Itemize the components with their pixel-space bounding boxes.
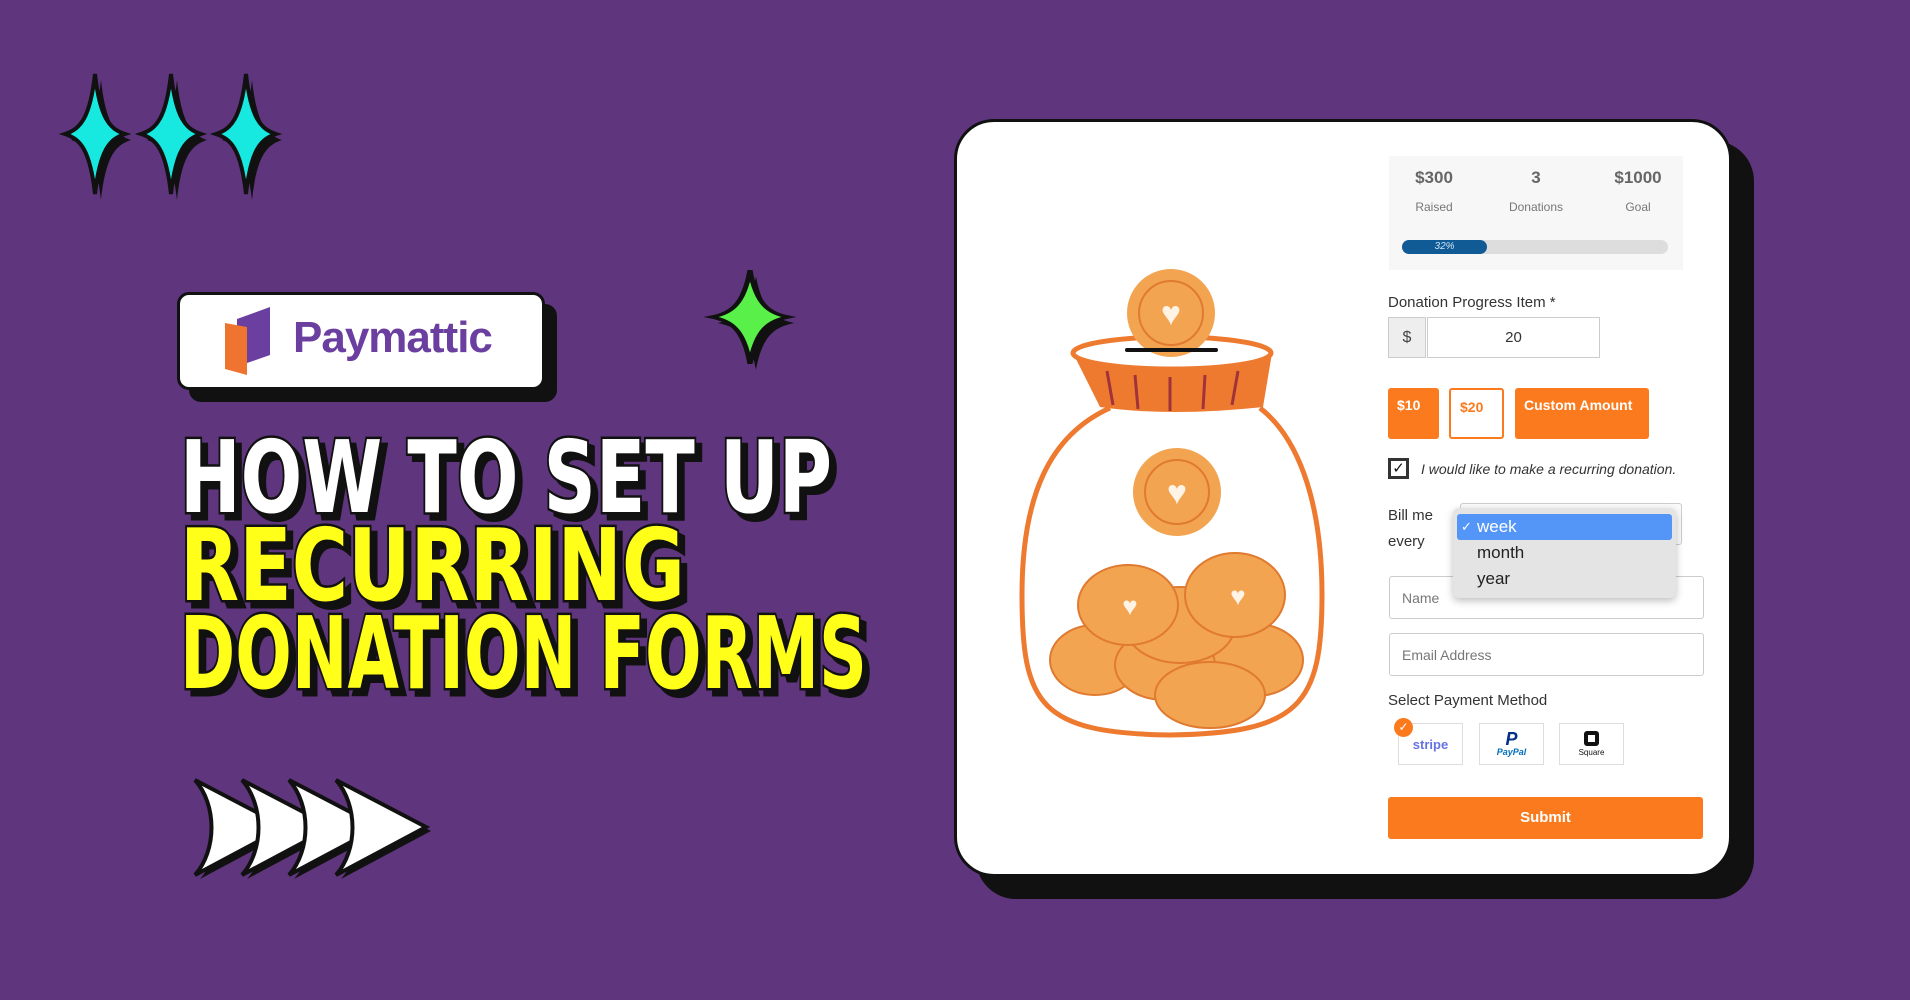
stat-goal: $1000 Goal [1593, 168, 1683, 214]
email-input[interactable]: Email Address [1389, 633, 1704, 676]
progress-fill: 32% [1402, 240, 1488, 254]
currency-prefix: $ [1388, 317, 1426, 358]
coin-icon: ♥ [1133, 448, 1221, 536]
stat-donations: 3 Donations [1491, 168, 1581, 214]
custom-amount-button[interactable]: Custom Amount [1515, 388, 1649, 439]
coin-icon: ♥ [1127, 269, 1215, 357]
stripe-logo: stripe [1412, 736, 1449, 752]
progress-bar: 32% [1402, 240, 1668, 254]
amount-button-10[interactable]: $10 [1388, 388, 1439, 439]
svg-text:♥: ♥ [1230, 581, 1245, 611]
paypal-logo: PayPal [1496, 747, 1527, 757]
stat-label: Goal [1625, 200, 1651, 214]
stat-label: Donations [1508, 200, 1564, 214]
square-logo: Square [1578, 748, 1605, 757]
sparkle-icon-cyan-2 [139, 72, 207, 200]
interval-option-year[interactable]: year [1457, 566, 1672, 592]
paymattic-logo-icon [225, 307, 270, 375]
brand-name: Paymattic [293, 313, 493, 362]
option-label: week [1477, 517, 1517, 536]
svg-text:♥: ♥ [1161, 295, 1181, 333]
sparkle-icon-cyan-1 [63, 72, 131, 200]
payment-paypal[interactable]: P PayPal [1479, 723, 1544, 765]
amount-button-20[interactable]: $20 [1449, 388, 1504, 439]
arrows-icon [193, 778, 431, 879]
logo-card: Paymattic [177, 292, 545, 390]
selected-check-icon: ✓ [1394, 718, 1413, 737]
payment-square[interactable]: Square [1559, 723, 1624, 765]
interval-option-week[interactable]: ✓ week [1457, 514, 1672, 540]
stat-value: $1000 [1614, 168, 1662, 187]
donation-stats-panel: $300 Raised 3 Donations $1000 Goal 32% [1389, 156, 1683, 270]
bill-me-label: Bill me [1388, 507, 1434, 524]
check-icon: ✓ [1461, 519, 1472, 534]
interval-option-month[interactable]: month [1457, 540, 1672, 566]
amount-label: Donation Progress Item * [1388, 294, 1556, 311]
amount-input[interactable]: 20 [1427, 317, 1600, 358]
sparkle-icon-green [712, 270, 795, 370]
paypal-icon: P [1505, 729, 1518, 749]
stat-value: 3 [1531, 168, 1541, 187]
stat-raised: $300 Raised [1389, 168, 1479, 214]
every-label: every [1388, 533, 1425, 550]
stat-value: $300 [1415, 168, 1453, 187]
donation-jar-illustration: ♥ ♥ ♥ ♥ [1019, 269, 1325, 738]
sparkle-icon-cyan-3 [214, 72, 282, 200]
recurring-label: I would like to make a recurring donatio… [1421, 461, 1677, 477]
svg-text:♥: ♥ [1122, 591, 1137, 621]
submit-button[interactable]: Submit [1388, 797, 1703, 839]
svg-text:♥: ♥ [1167, 474, 1187, 512]
stat-label: Raised [1415, 200, 1453, 214]
interval-dropdown: ✓ week month year [1453, 508, 1676, 598]
recurring-checkbox[interactable]: ✓ [1388, 458, 1409, 479]
headline-line3: DONATION FORMS [180, 595, 867, 712]
square-icon [1584, 731, 1599, 746]
payment-method-label: Select Payment Method [1388, 692, 1548, 709]
